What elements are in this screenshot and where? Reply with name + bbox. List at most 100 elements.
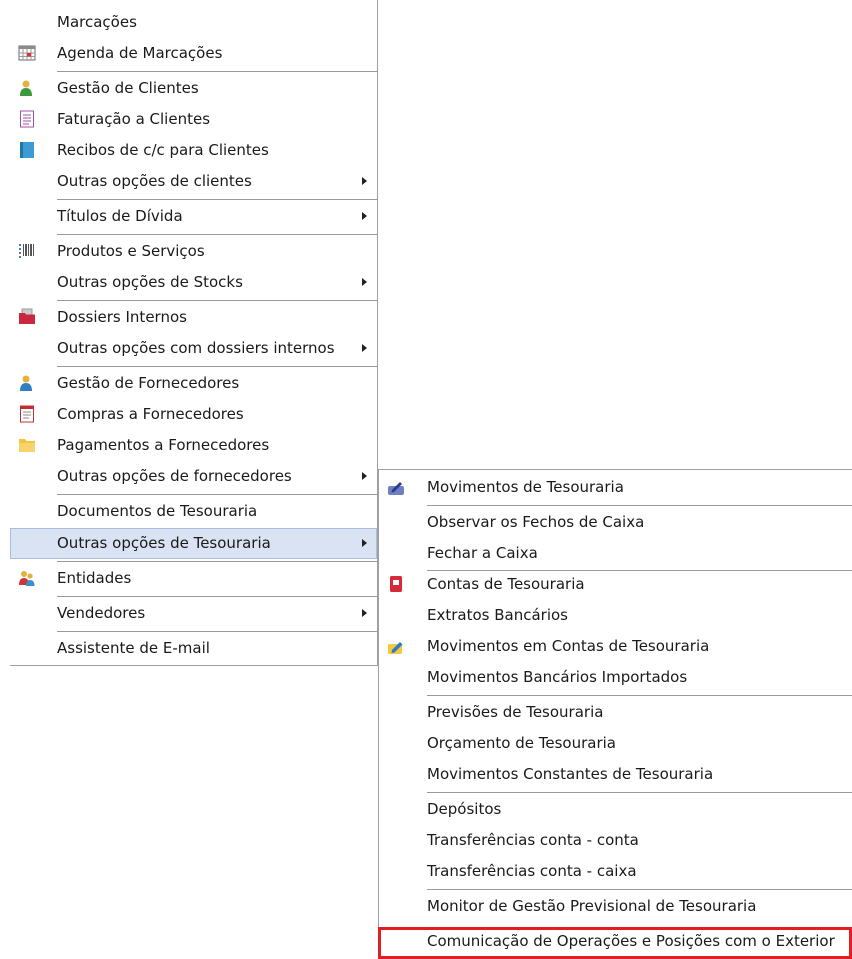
entities-people-icon <box>19 571 35 586</box>
menu-item-label: Agenda de Marcações <box>57 44 223 62</box>
highlight-annotation-box <box>378 927 852 959</box>
submenu-item-contas-tesouraria[interactable]: Contas de Tesouraria <box>379 569 852 600</box>
menu-item-assistente-email[interactable]: Assistente de E-mail <box>10 633 377 664</box>
calendar-grid-icon <box>18 45 36 61</box>
menu-separator <box>427 792 852 793</box>
menu-separator <box>57 300 377 301</box>
menu-item-titulos-divida[interactable]: Títulos de Dívida <box>10 201 377 232</box>
menu-item-label: Depósitos <box>427 800 502 818</box>
submenu-item-depositos[interactable]: Depósitos <box>379 794 852 825</box>
yellow-folder-icon <box>19 439 35 452</box>
menu-item-label: Dossiers Internos <box>57 308 187 326</box>
menu-separator <box>57 596 377 597</box>
menu-separator <box>57 631 377 632</box>
menu-item-label: Transferências conta - caixa <box>427 862 637 880</box>
client-person-icon <box>20 80 32 96</box>
menu-item-label: Transferências conta - conta <box>427 831 639 849</box>
menu-item-label: Assistente de E-mail <box>57 639 210 657</box>
menu-separator <box>57 494 377 495</box>
menu-item-gestao-clientes[interactable]: Gestão de Clientes <box>10 73 377 104</box>
menu-item-label: Movimentos Bancários Importados <box>427 668 688 686</box>
menu-item-label: Previsões de Tesouraria <box>427 703 604 721</box>
menu-item-entidades[interactable]: Entidades <box>10 563 377 594</box>
menu-item-outras-clientes[interactable]: Outras opções de clientes <box>10 166 377 197</box>
menu-item-label: Produtos e Serviços <box>57 242 205 260</box>
menu-separator <box>57 561 377 562</box>
invoice-document-icon <box>20 110 34 128</box>
receipt-book-icon <box>20 142 34 158</box>
menu-item-label: Outras opções de clientes <box>57 172 252 190</box>
menu-item-outras-fornecedores[interactable]: Outras opções de fornecedores <box>10 461 377 492</box>
menu-item-documentos-tesouraria[interactable]: Documentos de Tesouraria <box>10 496 377 527</box>
menu-item-label: Vendedores <box>57 604 146 622</box>
submenu-item-movimentos-contas[interactable]: Movimentos em Contas de Tesouraria <box>379 631 852 662</box>
menu-item-compras-fornecedores[interactable]: Compras a Fornecedores <box>10 399 377 430</box>
menu-item-marcacoes[interactable]: Marcações <box>10 7 377 38</box>
submenu-item-movimentos-importados[interactable]: Movimentos Bancários Importados <box>379 662 852 693</box>
submenu-item-orcamento-tesouraria[interactable]: Orçamento de Tesouraria <box>379 728 852 759</box>
barcode-icon <box>19 244 34 258</box>
menu-item-label: Títulos de Dívida <box>57 207 183 225</box>
menu-item-label: Gestão de Clientes <box>57 79 199 97</box>
treasury-pencil-icon <box>388 482 404 495</box>
menu-item-label: Marcações <box>57 13 137 31</box>
menu-item-label: Compras a Fornecedores <box>57 405 244 423</box>
treasury-accounts-icon <box>390 576 402 592</box>
menu-item-outras-tesouraria[interactable]: Outras opções de Tesouraria <box>10 528 377 559</box>
treasury-submenu: Movimentos de Tesouraria Observar os Fec… <box>378 469 852 959</box>
menu-separator <box>427 695 852 696</box>
menu-item-label: Monitor de Gestão Previsional de Tesoura… <box>427 897 757 915</box>
menu-item-label: Outras opções de Stocks <box>57 273 243 291</box>
submenu-item-extratos-bancarios[interactable]: Extratos Bancários <box>379 600 852 631</box>
menu-item-label: Gestão de Fornecedores <box>57 374 240 392</box>
menu-item-label: Movimentos em Contas de Tesouraria <box>427 637 710 655</box>
menu-item-label: Movimentos Constantes de Tesouraria <box>427 765 714 783</box>
menu-item-agenda-marcacoes[interactable]: Agenda de Marcações <box>10 38 377 69</box>
menu-item-gestao-fornecedores[interactable]: Gestão de Fornecedores <box>10 368 377 399</box>
submenu-item-transferencias-conta-caixa[interactable]: Transferências conta - caixa <box>379 856 852 887</box>
submenu-arrow-icon <box>362 177 367 185</box>
menu-item-vendedores[interactable]: Vendedores <box>10 598 377 629</box>
menu-separator <box>57 366 377 367</box>
submenu-item-previsoes-tesouraria[interactable]: Previsões de Tesouraria <box>379 697 852 728</box>
menu-item-outras-dossiers[interactable]: Outras opções com dossiers internos <box>10 333 377 364</box>
menu-item-label: Faturação a Clientes <box>57 110 211 128</box>
red-folder-icon <box>19 308 35 324</box>
submenu-arrow-icon <box>362 472 367 480</box>
menu-item-label: Observar os Fechos de Caixa <box>427 513 645 531</box>
menu-item-label: Fechar a Caixa <box>427 544 538 562</box>
submenu-arrow-icon <box>362 539 367 547</box>
menu-separator <box>57 71 377 72</box>
menu-item-label: Contas de Tesouraria <box>427 575 585 593</box>
menu-item-label: Pagamentos a Fornecedores <box>57 436 270 454</box>
supplier-person-icon <box>20 375 32 391</box>
submenu-item-monitor-gestao-previsional[interactable]: Monitor de Gestão Previsional de Tesoura… <box>379 891 852 922</box>
menu-item-recibos-clientes[interactable]: Recibos de c/c para Clientes <box>10 135 377 166</box>
menu-item-label: Extratos Bancários <box>427 606 568 624</box>
main-context-menu: Marcações Agenda de Marcações Gestão de … <box>10 0 378 666</box>
submenu-item-observar-fechos[interactable]: Observar os Fechos de Caixa <box>379 507 852 538</box>
menu-item-outras-stocks[interactable]: Outras opções de Stocks <box>10 267 377 298</box>
menu-separator <box>57 199 377 200</box>
account-movements-icon <box>388 642 403 654</box>
menu-item-dossiers-internos[interactable]: Dossiers Internos <box>10 302 377 333</box>
menu-separator <box>427 505 852 506</box>
submenu-arrow-icon <box>362 344 367 352</box>
menu-item-label: Orçamento de Tesouraria <box>427 734 617 752</box>
purchase-document-icon <box>20 405 34 423</box>
submenu-arrow-icon <box>362 212 367 220</box>
menu-item-label: Outras opções de fornecedores <box>57 467 292 485</box>
submenu-item-movimentos-constantes[interactable]: Movimentos Constantes de Tesouraria <box>379 759 852 790</box>
menu-item-label: Movimentos de Tesouraria <box>427 478 624 496</box>
menu-item-label: Outras opções de Tesouraria <box>57 534 271 552</box>
menu-separator <box>427 889 852 890</box>
submenu-item-movimentos-tesouraria[interactable]: Movimentos de Tesouraria <box>379 472 852 503</box>
menu-item-faturacao-clientes[interactable]: Faturação a Clientes <box>10 104 377 135</box>
submenu-arrow-icon <box>362 278 367 286</box>
submenu-item-transferencias-conta-conta[interactable]: Transferências conta - conta <box>379 825 852 856</box>
menu-item-label: Documentos de Tesouraria <box>57 502 258 520</box>
menu-item-produtos-servicos[interactable]: Produtos e Serviços <box>10 236 377 267</box>
submenu-item-fechar-caixa[interactable]: Fechar a Caixa <box>379 538 852 569</box>
menu-item-pagamentos-fornecedores[interactable]: Pagamentos a Fornecedores <box>10 430 377 461</box>
menu-item-label: Recibos de c/c para Clientes <box>57 141 269 159</box>
